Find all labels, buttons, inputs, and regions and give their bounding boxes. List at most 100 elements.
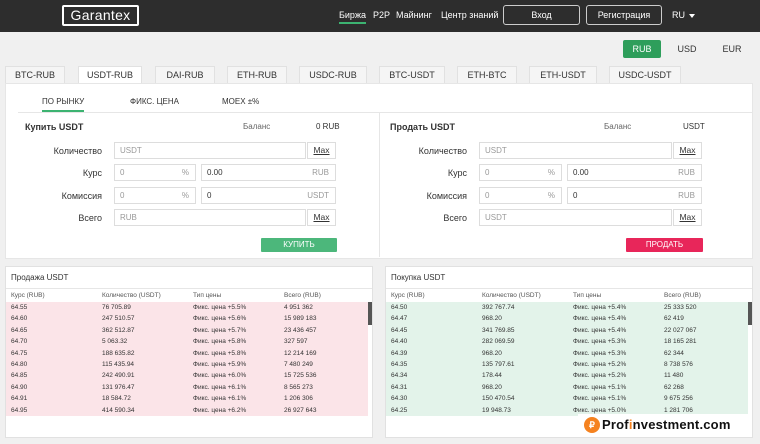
divider [18, 112, 752, 113]
language-select[interactable]: RU [672, 10, 695, 20]
bids-row[interactable]: 64.47 968.20 Фикс. цена +5.4% 62 419 [386, 313, 748, 325]
bids-cell-qty: 150 470.54 [482, 395, 515, 403]
buy-button[interactable]: КУПИТЬ [261, 238, 337, 252]
sell-rate-percent-input[interactable]: 0% [479, 164, 562, 181]
asks-row[interactable]: 64.90 131 976.47 Фикс. цена +6.1% 8 565 273 [6, 381, 368, 394]
buy-rate-input[interactable]: 0.00 RUB [201, 164, 336, 181]
tab-eth-usdt[interactable]: ETH-USDT [529, 66, 597, 83]
currency-usd[interactable]: USD [668, 40, 706, 58]
buy-title: Купить USDT [25, 122, 84, 132]
tab-market[interactable]: ПО РЫНКУ [42, 97, 85, 112]
tab-eth-btc[interactable]: ETH-BTC [457, 66, 517, 83]
bids-cell-rate: 64.50 [391, 304, 408, 311]
asks-cell-total: 4 951 362 [284, 304, 313, 311]
asks-cell-rate: 64.75 [11, 349, 28, 357]
asks-row[interactable]: 64.91 18 584.72 Фикс. цена +6.1% 1 206 306 [6, 393, 368, 405]
buy-fee-label: Комиссия [61, 191, 102, 201]
sell-button[interactable]: ПРОДАТЬ [626, 238, 703, 252]
asks-row[interactable]: 64.70 5 063.32 Фикс. цена +5.8% 327 597 [6, 336, 368, 348]
percent-sign: % [181, 168, 189, 177]
buy-qty-placeholder: USDT [120, 146, 142, 155]
asks-cell-qty: 188 635.82 [102, 349, 135, 357]
bids-cell-qty: 19 948.73 [482, 406, 511, 414]
bids-row[interactable]: 64.30 150 470.54 Фикс. цена +5.1% 9 675 256 [386, 393, 748, 405]
asks-cell-type: Фикс. цена +5.7% [193, 326, 247, 334]
bids-col-total: Всего (RUB) [664, 292, 701, 299]
asks-row[interactable]: 64.75 188 635.82 Фикс. цена +5.8% 12 214 16… [6, 347, 368, 359]
bids-cell-rate: 64.47 [391, 315, 408, 323]
asks-row[interactable]: 64.80 115 435.94 Фикс. цена +5.9% 7 480 249 [6, 358, 368, 371]
bids-row[interactable]: 64.34 178.44 Фикс. цена +5.2% 11 480 [386, 370, 748, 382]
buy-rate-percent-input[interactable]: 0% [114, 164, 196, 181]
buy-qty-input[interactable]: USDT [114, 142, 306, 159]
garantex-logo[interactable]: Garantex [62, 5, 139, 26]
bids-scrollbar[interactable] [748, 302, 752, 325]
currency-eur[interactable]: EUR [713, 40, 751, 58]
register-button[interactable]: Регистрация [586, 5, 662, 25]
login-button[interactable]: Вход [503, 5, 580, 25]
sell-total-input[interactable]: USDT [479, 209, 672, 226]
asks-cell-qty: 414 590.34 [102, 406, 135, 414]
buy-rate-value: 0.00 [207, 168, 223, 177]
bids-cell-type: Фикс. цена +5.2% [573, 360, 627, 368]
asks-cell-qty: 362 512.87 [102, 326, 135, 334]
nav-mining[interactable]: Майнинг [396, 10, 432, 20]
asks-cell-total: 15 989 183 [284, 315, 317, 323]
bids-row[interactable]: 64.40 282 069.59 Фикс. цена +5.3% 18 165 28… [386, 336, 748, 348]
buy-qty-max-button[interactable]: Max [307, 142, 336, 159]
asks-row[interactable]: 64.85 242 490.91 Фикс. цена +6.0% 15 725 53… [6, 370, 368, 382]
sell-qty-input[interactable]: USDT [479, 142, 672, 159]
nav-knowledge[interactable]: Центр знаний [441, 10, 498, 20]
buy-fee-percent-value: 0 [120, 191, 125, 200]
asks-cell-total: 15 725 536 [284, 372, 317, 380]
asks-cell-qty: 242 490.91 [102, 372, 135, 380]
sell-fee-unit: RUB [678, 191, 695, 200]
tab-btc-rub[interactable]: BTC-RUB [5, 66, 65, 83]
tab-eth-rub[interactable]: ETH-RUB [227, 66, 287, 83]
tab-usdc-rub[interactable]: USDC-RUB [299, 66, 367, 83]
buy-total-placeholder: RUB [120, 213, 137, 222]
nav-exchange[interactable]: Биржа [339, 10, 366, 24]
bids-row[interactable]: 64.35 135 797.61 Фикс. цена +5.2% 8 738 576 [386, 358, 748, 371]
asks-cell-total: 8 565 273 [284, 383, 313, 391]
asks-scrollbar[interactable] [368, 302, 372, 325]
bids-cell-rate: 64.40 [391, 338, 408, 346]
asks-cell-type: Фикс. цена +6.2% [193, 406, 247, 414]
bids-row[interactable]: 64.31 968.20 Фикс. цена +5.1% 62 268 [386, 381, 748, 394]
asks-cell-type: Фикс. цена +6.1% [193, 395, 247, 403]
bids-cell-type: Фикс. цена +5.2% [573, 372, 627, 380]
bids-row[interactable]: 64.50 392 767.74 Фикс. цена +5.4% 25 333 52… [386, 302, 748, 314]
sell-rate-input[interactable]: 0.00 RUB [567, 164, 702, 181]
asks-row[interactable]: 64.65 362 512.87 Фикс. цена +5.7% 23 436 45… [6, 324, 368, 337]
sell-fee-value: 0 [573, 191, 578, 200]
sell-fee-percent-value: 0 [485, 191, 490, 200]
nav-p2p[interactable]: P2P [373, 10, 390, 20]
asks-cell-qty: 115 435.94 [102, 360, 135, 368]
asks-row[interactable]: 64.95 414 590.34 Фикс. цена +6.2% 26 927 64… [6, 404, 368, 416]
tab-fixed-price[interactable]: ФИКС. ЦЕНА [130, 97, 179, 106]
currency-rub[interactable]: RUB [623, 40, 661, 58]
tab-dai-rub[interactable]: DAI-RUB [155, 66, 215, 83]
tab-btc-usdt[interactable]: BTC-USDT [379, 66, 445, 83]
asks-cell-total: 1 206 306 [284, 395, 313, 403]
buy-fee-input: 0 USDT [201, 187, 336, 204]
tab-moex[interactable]: MOEX ±% [222, 97, 259, 106]
bids-col-type: Тип цены [573, 292, 602, 299]
asks-cell-qty: 5 063.32 [102, 338, 128, 346]
bids-row[interactable]: 64.45 341 769.85 Фикс. цена +5.4% 22 027 06… [386, 324, 748, 337]
tab-usdt-rub[interactable]: USDT-RUB [78, 66, 142, 84]
buy-balance-value: 0 RUB [316, 122, 340, 131]
asks-row[interactable]: 64.60 247 510.57 Фикс. цена +5.6% 15 989 18… [6, 313, 368, 325]
bids-row[interactable]: 64.39 968.20 Фикс. цена +5.3% 62 344 [386, 347, 748, 359]
asks-row[interactable]: 64.55 76 705.89 Фикс. цена +5.5% 4 951 362 [6, 302, 368, 314]
sell-balance-value: USDT [683, 122, 705, 131]
buy-total-max-button[interactable]: Max [307, 209, 336, 226]
bids-col-rate: Курс (RUB) [391, 292, 425, 299]
asks-cell-total: 7 480 249 [284, 360, 313, 368]
sell-qty-max-button[interactable]: Max [673, 142, 702, 159]
sell-total-max-button[interactable]: Max [673, 209, 702, 226]
asks-cell-qty: 247 510.57 [102, 315, 135, 323]
buy-total-input[interactable]: RUB [114, 209, 306, 226]
tab-usdc-usdt[interactable]: USDC-USDT [609, 66, 681, 83]
asks-cell-rate: 64.91 [11, 395, 28, 403]
